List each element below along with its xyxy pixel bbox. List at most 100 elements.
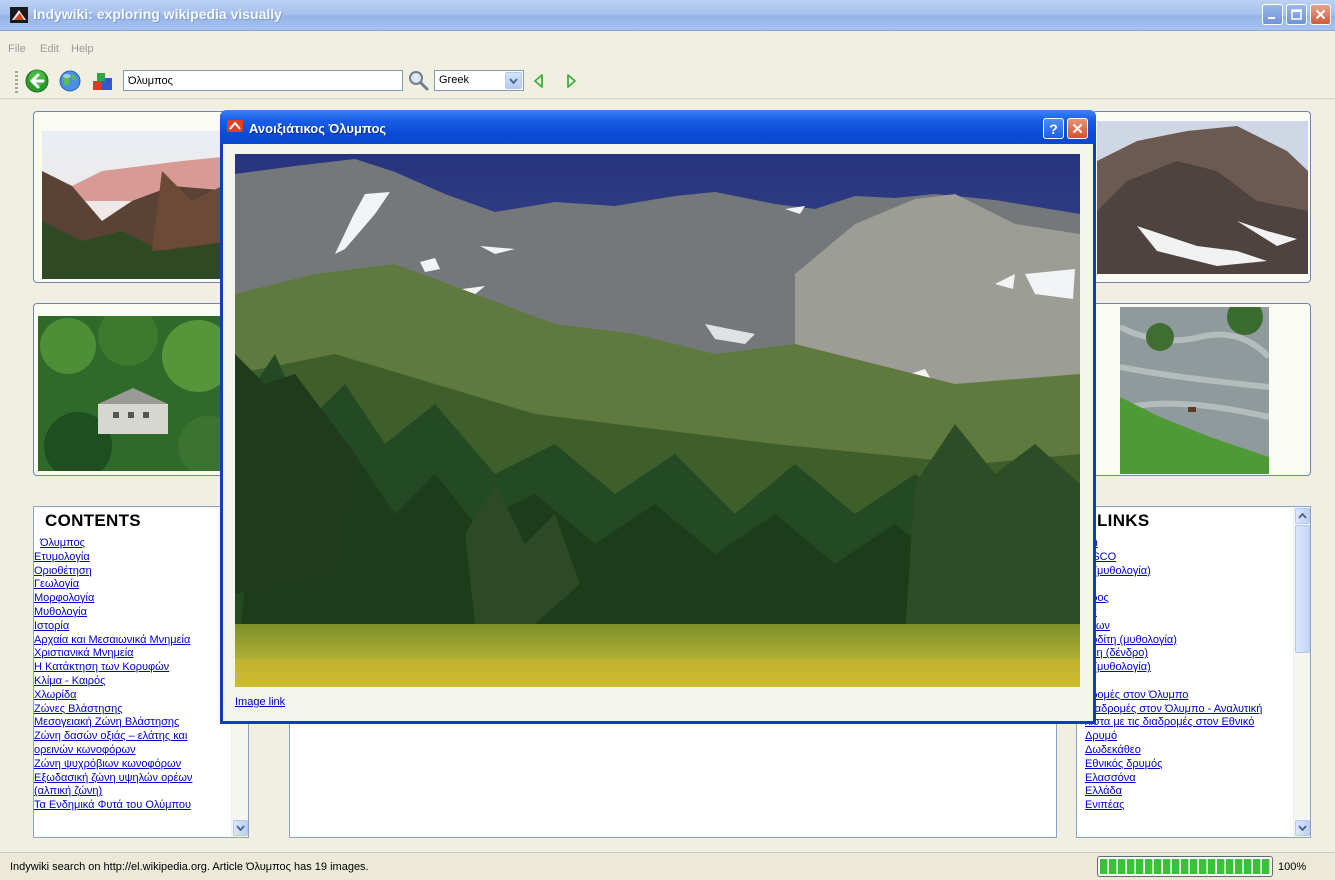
contents-link[interactable]: Χλωρίδα (34, 689, 230, 703)
dialog-title: Ανοιξιάτικος Όλυμπος (249, 121, 387, 136)
toolbar: Greek (0, 63, 1335, 99)
maximize-icon (1291, 9, 1302, 20)
links-link[interactable] (1085, 675, 1292, 689)
contents-link[interactable]: Εξωδασική ζώνη υψηλών ορέων (34, 772, 230, 786)
contents-link[interactable]: Ζώνες Βλάστησης (34, 703, 230, 717)
links-link[interactable]: Δωδεκάθεο (1085, 744, 1292, 758)
links-link[interactable]: Ελασσόνα (1085, 772, 1292, 786)
close-icon (1072, 123, 1083, 134)
menu-file[interactable]: File (8, 43, 26, 55)
links-link[interactable]: λλων (1085, 620, 1292, 634)
dialog-image (235, 154, 1080, 687)
blocks-icon[interactable] (91, 69, 115, 93)
contents-link[interactable]: Κλίμα - Καιρός (34, 675, 230, 689)
back-icon[interactable] (25, 69, 49, 93)
minimize-icon (1268, 17, 1275, 19)
links-link[interactable]: ηρος (1085, 592, 1292, 606)
window-title: Indywiki: exploring wikipedia visually (33, 6, 282, 22)
links-scrollbar[interactable] (1293, 507, 1310, 837)
links-link[interactable]: Διαδρομές στον Όλυμπο - Αναλυτική (1085, 703, 1292, 717)
links-link[interactable]: α (1085, 578, 1292, 592)
language-value: Greek (439, 74, 469, 86)
contents-link[interactable]: Αρχαία και Μεσαιωνικά Μνημεία (34, 634, 230, 648)
contents-link[interactable]: Οριοθέτηση (34, 565, 230, 579)
links-list: rth ESCO ς (μυθολογία) α ηρος νά λλων ρο… (1085, 537, 1292, 813)
help-button[interactable]: ? (1043, 118, 1064, 139)
language-select[interactable]: Greek (434, 70, 524, 91)
help-icon: ? (1049, 120, 1058, 137)
thumbnail-image[interactable] (38, 316, 234, 471)
dialog-close-button[interactable] (1067, 118, 1088, 139)
links-link[interactable]: ς (μυθολογία) (1085, 565, 1292, 579)
contents-link[interactable]: Μεσογειακή Ζώνη Βλάστησης (34, 716, 230, 730)
links-link[interactable]: δρομές στον Όλυμπο (1085, 689, 1292, 703)
contents-link[interactable]: Η Κατάκτηση των Κορυφών (34, 661, 230, 675)
thumbnail-image[interactable] (42, 131, 232, 279)
progress-label: 100% (1278, 861, 1307, 873)
thumbnail-frame[interactable] (1092, 303, 1311, 476)
links-panel: LINKS rth ESCO ς (μυθολογία) α ηρος νά λ… (1076, 506, 1311, 838)
links-link[interactable]: νά (1085, 606, 1292, 620)
links-link[interactable]: ύνη (δένδρο) (1085, 647, 1292, 661)
contents-link[interactable]: Ιστορία (34, 620, 230, 634)
menu-edit[interactable]: Edit (40, 43, 59, 55)
scroll-down-icon[interactable] (233, 820, 248, 836)
scroll-up-icon[interactable] (1295, 508, 1310, 524)
thumbnail-image[interactable] (1120, 307, 1269, 474)
progress-bar (1097, 856, 1273, 877)
contents-link[interactable]: Γεωλογία (34, 578, 230, 592)
links-link[interactable]: Ελλάδα (1085, 785, 1292, 799)
next-arrow-icon[interactable] (562, 71, 580, 91)
thumbnail-frame[interactable] (33, 303, 238, 476)
dialog-app-icon (227, 120, 243, 132)
globe-icon[interactable] (58, 69, 82, 93)
contents-link[interactable]: Ζώνη δασών οξιάς – ελάτης και (34, 730, 230, 744)
image-link[interactable]: Image link (235, 696, 285, 708)
magnifier-icon[interactable] (406, 68, 430, 92)
scroll-down-icon[interactable] (1295, 820, 1310, 836)
close-button[interactable] (1310, 4, 1331, 25)
maximize-button[interactable] (1286, 4, 1307, 25)
indywiki-logo-icon (10, 7, 28, 23)
close-icon (1315, 9, 1326, 20)
menu-bar: File Edit Help (0, 31, 1335, 63)
toolbar-grip[interactable] (15, 71, 18, 93)
links-link[interactable]: ροδίτη (μυθολογία) (1085, 634, 1292, 648)
status-text: Indywiki search on http://el.wikipedia.o… (10, 861, 369, 873)
links-link[interactable]: rth (1085, 537, 1292, 551)
contents-link[interactable]: Χριστιανικά Μνημεία (34, 647, 230, 661)
chevron-down-icon[interactable] (505, 72, 522, 89)
links-link[interactable]: λίστα με τις διαδρομές στον Εθνικό (1085, 716, 1292, 730)
thumbnail-frame[interactable] (1092, 111, 1311, 283)
contents-link[interactable]: Ζώνη ψυχρόβιων κωνοφόρων (34, 758, 230, 772)
menu-help[interactable]: Help (71, 43, 94, 55)
links-title: LINKS (1097, 511, 1150, 530)
article-panel[interactable] (289, 717, 1057, 838)
contents-link[interactable]: Μυθολογία (34, 606, 230, 620)
contents-panel: CONTENTS Όλυμπος Ετυμολογία Οριοθέτηση Γ… (33, 506, 249, 838)
minimize-button[interactable] (1262, 4, 1283, 25)
contents-link[interactable]: Μορφολογία (34, 592, 230, 606)
dialog-title-bar[interactable]: Ανοιξιάτικος Όλυμπος ? (220, 110, 1096, 144)
links-link[interactable]: ς (μυθολογία) (1085, 661, 1292, 675)
thumbnail-image[interactable] (1097, 121, 1308, 274)
links-link[interactable]: Εθνικός δρυμός (1085, 758, 1292, 772)
links-link[interactable]: ESCO (1085, 551, 1292, 565)
search-input[interactable] (123, 70, 403, 91)
contents-link[interactable]: Ετυμολογία (34, 551, 230, 565)
links-link[interactable]: Ενιπέας (1085, 799, 1292, 813)
contents-link[interactable]: ορεινών κωνοφόρων (34, 744, 230, 758)
status-bar: Indywiki search on http://el.wikipedia.o… (0, 852, 1335, 880)
links-link[interactable]: Δρυμό (1085, 730, 1292, 744)
image-dialog: Ανοιξιάτικος Όλυμπος ? Image link (220, 110, 1096, 724)
contents-list: Όλυμπος Ετυμολογία Οριοθέτηση Γεωλογία Μ… (34, 537, 230, 813)
dialog-body: Image link (223, 144, 1093, 721)
contents-link[interactable]: Όλυμπος (34, 537, 230, 551)
contents-title: CONTENTS (45, 511, 141, 530)
window-title-bar[interactable]: Indywiki: exploring wikipedia visually (0, 0, 1335, 31)
contents-link[interactable]: (αλπική ζώνη) (34, 785, 230, 799)
contents-link[interactable]: Τα Ενδημικά Φυτά του Ολύμπου (34, 799, 230, 813)
thumbnail-frame[interactable] (33, 111, 238, 283)
prev-arrow-icon[interactable] (530, 71, 548, 91)
scrollbar-thumb[interactable] (1295, 525, 1310, 653)
